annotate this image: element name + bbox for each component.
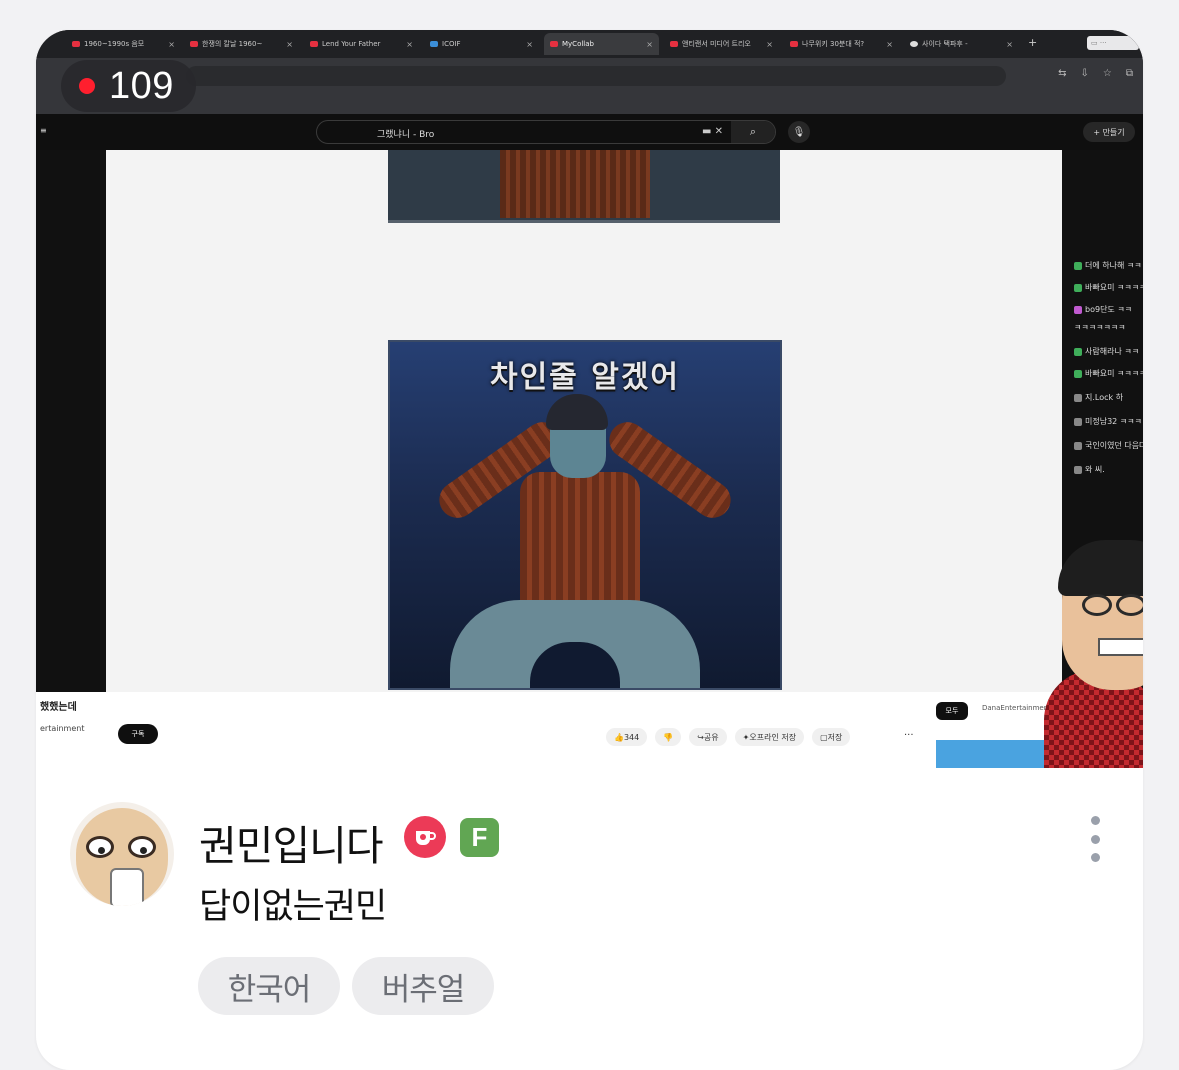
youtube-create-button: + 만들기 — [1083, 122, 1135, 142]
browser-tab: Lend Your Father × — [304, 33, 419, 55]
chat-preview-box — [936, 740, 1056, 768]
streamer-avatar-overlay — [1042, 520, 1143, 768]
live-viewer-badge: 109 — [61, 60, 196, 112]
share-button: ↪ 공유 — [689, 728, 727, 746]
new-tab-icon: + — [1028, 36, 1038, 49]
chat-line: 더에 하나해 ㅋㅋ — [1074, 260, 1142, 271]
chat-line: 바빠요미 ㅋㅋㅋㅋ — [1074, 282, 1143, 293]
avatar-teeth — [110, 868, 144, 906]
channel-avatar[interactable] — [70, 802, 174, 906]
browser-tab: 앤티랜서 미디어 트리오 × — [664, 33, 779, 55]
video-title: 했했는데 — [40, 702, 77, 713]
streamer-glasses — [1116, 594, 1143, 616]
browser-address-bar: ⇆ ⇩ ☆ ⧉ — [36, 58, 1143, 114]
more-vertical-icon[interactable] — [1082, 816, 1108, 862]
browser-tab-active: MyCollab × — [544, 33, 659, 55]
like-button: 👍 344 — [606, 728, 648, 746]
avatar-eye — [86, 836, 114, 858]
browser-tab: 사이다 택파후 - × — [904, 33, 1019, 55]
clear-icon: ▬ ✕ — [701, 126, 723, 137]
save-button: ▢ 저장 — [812, 728, 851, 746]
browser-extension: ▭ ··· — [1087, 36, 1139, 50]
dislike-button: 👎 — [655, 728, 682, 746]
streamer-hair — [1058, 540, 1143, 596]
live-dot-icon — [79, 78, 95, 94]
video-info-strip: 했했는데 ertainment 구독 👍 344 👎 ↪ 공유 ✦ 오프라인 저… — [36, 692, 1143, 768]
comic-panel-top — [388, 150, 780, 223]
menu-icon: ≡ — [40, 126, 47, 135]
browser-toolbar-icons: ⇆ ⇩ ☆ ⧉ — [1058, 68, 1133, 79]
chat-line: 국인이였던 다음다 — [1074, 440, 1143, 451]
stream-title[interactable]: 답이없는권민 — [199, 878, 387, 929]
chat-line: 와 씨. — [1074, 464, 1105, 475]
browser-tab-strip: 1960~1990s 음모 × 한쟁의 칼날 1960~ × Lend Your F… — [36, 30, 1143, 58]
chat-line: 미정남32 ㅋㅋㅋㅋ — [1074, 416, 1143, 427]
tag-korean[interactable]: 한국어 — [198, 957, 340, 1015]
more-horizontal-icon: ··· — [904, 730, 914, 741]
viewer-count: 109 — [109, 64, 174, 107]
viewer-left-margin — [36, 150, 106, 692]
youtube-search-box: 그랬냐니 - Bro ▬ ✕ ⌕ — [316, 120, 776, 144]
video-channel: ertainment — [40, 724, 85, 733]
chat-line: 지.Lock 하 — [1074, 392, 1123, 403]
coffee-cup-glyph — [416, 831, 436, 845]
streamer-glasses — [1082, 594, 1112, 616]
chat-line: 바빠요미 ㅋㅋㅋㅋ — [1074, 368, 1143, 379]
browser-tab: 1960~1990s 음모 × — [66, 33, 181, 55]
download-button: ✦ 오프라인 저장 — [734, 728, 805, 746]
chat-filter-chip: 모두 — [936, 702, 968, 720]
chat-line: 사람해라나 ㅋㅋ — [1074, 346, 1139, 357]
youtube-header: ≡ 그랬냐니 - Bro ▬ ✕ ⌕ 🎙 + 만들기 — [36, 114, 1143, 150]
youtube-search-query: 그랬냐니 - Bro — [377, 130, 435, 140]
browser-tab: 나무위키 30분대 적? × — [784, 33, 899, 55]
browser-tab: 한쟁의 칼날 1960~ × — [184, 33, 299, 55]
avatar-eye — [128, 836, 156, 858]
chat-filter-chip-other: DanaEntertainment — [982, 704, 1051, 712]
microphone-icon: 🎙 — [788, 121, 810, 143]
video-actions: 👍 344 👎 ↪ 공유 ✦ 오프라인 저장 ▢ 저장 — [606, 728, 851, 746]
chat-line: bo9단도 ㅋㅋ — [1074, 304, 1132, 315]
comic-panel-cloth — [500, 150, 650, 218]
avatar-face — [76, 808, 168, 906]
omnibox — [186, 66, 1006, 86]
tag-virtual[interactable]: 버추얼 — [352, 957, 494, 1015]
comic-viewer: 차인줄 알겠어 — [106, 150, 1062, 692]
chat-line: ㅋㅋㅋㅋㅋㅋㅋ — [1074, 323, 1126, 332]
streamer-teeth — [1098, 638, 1143, 656]
fan-badge: F — [460, 818, 499, 857]
stream-thumbnail[interactable]: 1960~1990s 음모 × 한쟁의 칼날 1960~ × Lend Your F… — [36, 30, 1143, 768]
subscribe-button: 구독 — [118, 724, 158, 744]
comic-panel-main: 차인줄 알겠어 — [388, 340, 782, 690]
browser-tab: ICOIF × — [424, 33, 539, 55]
search-icon: ⌕ — [731, 121, 775, 143]
coffee-cup-icon — [404, 816, 446, 858]
channel-name[interactable]: 권민입니다 — [199, 812, 384, 872]
comic-panel-caption: 차인줄 알겠어 — [489, 360, 681, 395]
comic-figure-hair — [546, 394, 608, 430]
stream-card[interactable]: 1960~1990s 음모 × 한쟁의 칼날 1960~ × Lend Your F… — [36, 30, 1143, 1070]
